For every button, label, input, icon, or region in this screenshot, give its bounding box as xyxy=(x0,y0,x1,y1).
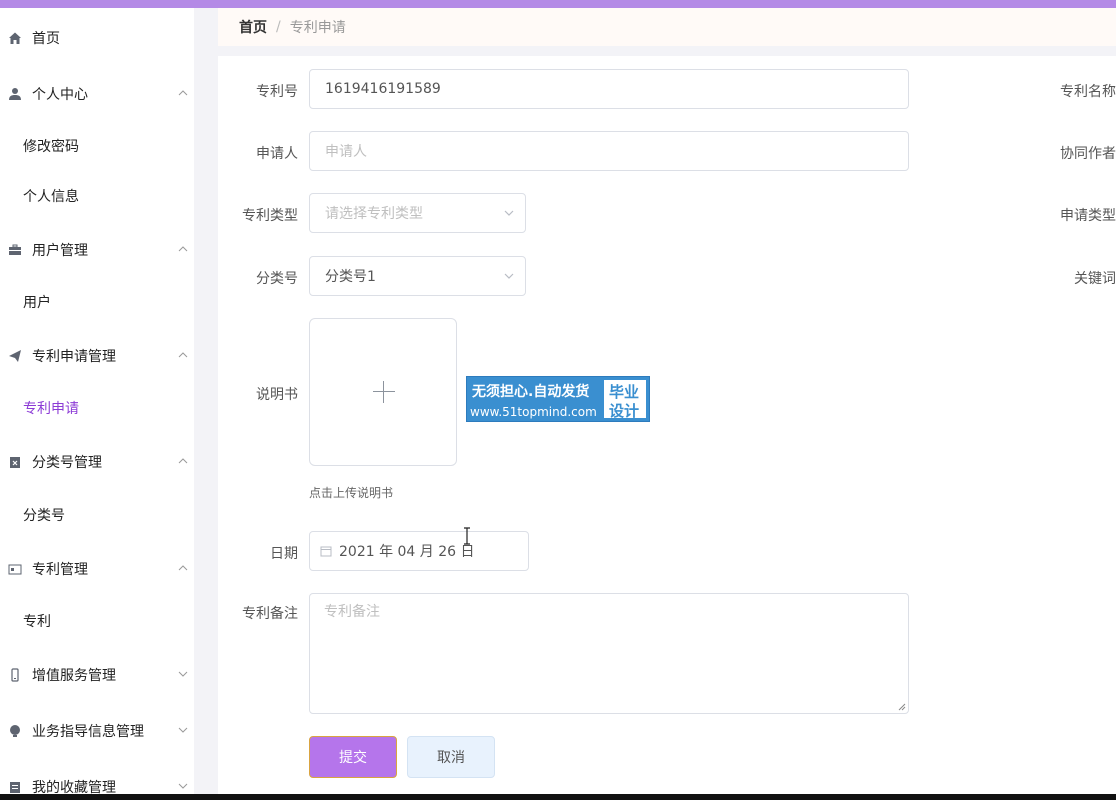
sidebar: 首页 个人中心 修改密码 个人信息 用户管理 用户 专利申请管理 专利申请 分类… xyxy=(0,8,194,794)
patent-no-input[interactable]: 1619416191589 xyxy=(309,69,909,109)
banner-box-line1: 毕业 xyxy=(609,383,640,401)
banner-box: 毕业 设计 xyxy=(603,379,647,420)
sidebar-subitem-category[interactable]: 分类号 xyxy=(0,497,194,533)
phone-icon xyxy=(7,667,23,683)
sidebar-item-label: 用户管理 xyxy=(32,243,88,259)
chevron-up-icon xyxy=(178,565,188,571)
sidebar-item-label: 我的收藏管理 xyxy=(32,780,116,794)
sidebar-item-label: 增值服务管理 xyxy=(32,668,116,684)
sidebar-subitem-personal-info[interactable]: 个人信息 xyxy=(0,178,194,214)
applicant-placeholder: 申请人 xyxy=(325,144,367,160)
chevron-up-icon xyxy=(178,90,188,96)
patent-no-value: 1619416191589 xyxy=(325,81,441,97)
sidebar-item-my-favorites[interactable]: 我的收藏管理 xyxy=(0,767,194,794)
category-no-select[interactable]: 分类号1 xyxy=(309,256,526,296)
bottom-bar xyxy=(0,794,1116,800)
category-no-label: 分类号 xyxy=(256,271,298,287)
sidebar-item-category-management[interactable]: 分类号管理 xyxy=(0,442,194,482)
chevron-down-icon xyxy=(178,783,188,789)
breadcrumb-separator: / xyxy=(276,19,281,35)
sidebar-item-home[interactable]: 首页 xyxy=(0,18,194,58)
breadcrumb-current: 专利申请 xyxy=(289,20,346,36)
cancel-button[interactable]: 取消 xyxy=(407,736,495,778)
sidebar-item-label: 专利管理 xyxy=(32,562,88,578)
sidebar-item-patent-management[interactable]: 专利管理 xyxy=(0,549,194,589)
remark-label: 专利备注 xyxy=(242,606,298,622)
sidebar-item-label: 个人中心 xyxy=(32,87,88,103)
banner-line2: www.51topmind.com xyxy=(470,405,597,419)
chevron-down-icon xyxy=(178,727,188,733)
submit-button[interactable]: 提交 xyxy=(309,736,397,778)
patent-name-label: 专利名称 xyxy=(1060,84,1116,100)
calendar-icon xyxy=(320,546,332,557)
user-icon xyxy=(7,86,23,102)
patent-application-form: 专利号 1619416191589 专利名称 申请人 申请人 协同作者 专利类型… xyxy=(218,56,1116,794)
applicant-input[interactable]: 申请人 xyxy=(309,131,909,171)
applicant-label: 申请人 xyxy=(256,146,298,162)
application-type-label: 申请类型 xyxy=(1060,208,1116,224)
sidebar-item-business-guidance[interactable]: 业务指导信息管理 xyxy=(0,711,194,751)
home-icon xyxy=(7,30,23,46)
chevron-up-icon xyxy=(178,246,188,252)
watermark-banner: 无须担心.自动发货 www.51topmind.com 毕业 设计 xyxy=(466,376,650,422)
bulb-icon xyxy=(7,723,23,739)
sidebar-item-value-added-services[interactable]: 增值服务管理 xyxy=(0,655,194,695)
remark-placeholder: 专利备注 xyxy=(324,604,380,620)
patent-no-label: 专利号 xyxy=(256,84,298,100)
sidebar-item-label: 业务指导信息管理 xyxy=(32,724,144,740)
paper-plane-icon xyxy=(7,348,23,364)
patent-type-label: 专利类型 xyxy=(242,208,298,224)
chevron-down-icon xyxy=(504,273,514,279)
chevron-up-icon xyxy=(178,458,188,464)
remark-textarea[interactable]: 专利备注 xyxy=(309,593,909,714)
clipboard-list-icon xyxy=(7,779,23,794)
sidebar-item-patent-application-management[interactable]: 专利申请管理 xyxy=(0,336,194,376)
sidebar-subitem-patent-application[interactable]: 专利申请 xyxy=(0,390,194,426)
text-cursor-icon xyxy=(464,527,470,545)
clipboard-icon xyxy=(7,454,23,470)
keyword-label: 关键词 xyxy=(1074,271,1116,287)
briefcase-icon xyxy=(7,242,23,258)
manual-upload-box[interactable] xyxy=(309,318,457,466)
sidebar-item-user-management[interactable]: 用户管理 xyxy=(0,230,194,270)
co-author-label: 协同作者 xyxy=(1060,146,1116,162)
manual-label: 说明书 xyxy=(256,387,298,403)
date-picker[interactable]: 2021 年 04 月 26 日 xyxy=(309,531,529,571)
chevron-down-icon xyxy=(178,671,188,677)
top-accent-bar xyxy=(0,0,1116,8)
sidebar-subitem-patent[interactable]: 专利 xyxy=(0,603,194,639)
breadcrumb: 首页 / 专利申请 xyxy=(218,8,1116,46)
sidebar-item-label: 分类号管理 xyxy=(32,455,102,471)
sidebar-item-label: 首页 xyxy=(32,31,60,47)
sidebar-subitem-change-password[interactable]: 修改密码 xyxy=(0,128,194,164)
banner-box-line2: 设计 xyxy=(609,402,640,420)
patent-type-select[interactable]: 请选择专利类型 xyxy=(309,193,526,233)
sidebar-item-personal-center[interactable]: 个人中心 xyxy=(0,74,194,114)
breadcrumb-home[interactable]: 首页 xyxy=(239,17,267,37)
date-label: 日期 xyxy=(270,546,298,562)
banner-line1: 无须担心.自动发货 xyxy=(472,384,590,400)
manual-upload-hint: 点击上传说明书 xyxy=(309,486,394,500)
category-no-value: 分类号1 xyxy=(325,269,376,285)
id-card-icon xyxy=(7,561,23,577)
chevron-up-icon xyxy=(178,352,188,358)
resize-handle-icon[interactable] xyxy=(898,703,906,711)
patent-type-placeholder: 请选择专利类型 xyxy=(325,206,423,222)
date-value: 2021 年 04 月 26 日 xyxy=(339,544,475,560)
sidebar-subitem-users[interactable]: 用户 xyxy=(0,284,194,320)
chevron-down-icon xyxy=(504,210,514,216)
sidebar-item-label: 专利申请管理 xyxy=(32,349,116,365)
